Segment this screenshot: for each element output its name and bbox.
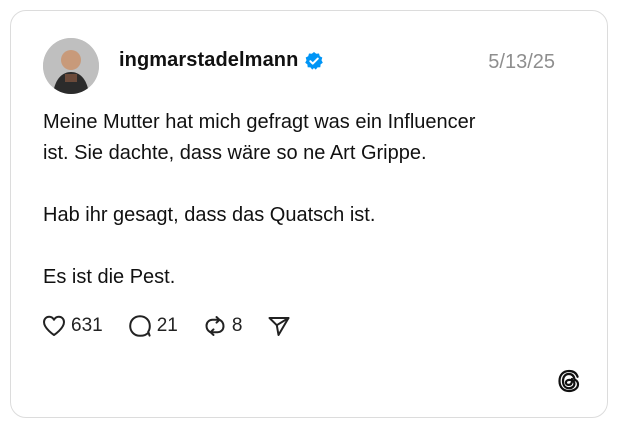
post-date[interactable]: 5/13/25 — [488, 51, 555, 74]
threads-logo-icon[interactable] — [555, 367, 583, 395]
post-card: ingmarstadelmann 5/13/25 Meine Mutter ha… — [10, 10, 608, 418]
post-text: Meine Mutter hat mich gefragt was ein In… — [43, 111, 476, 288]
repost-button[interactable]: 8 — [202, 313, 243, 339]
send-icon — [268, 317, 290, 336]
avatar[interactable] — [43, 38, 99, 94]
profile-photo — [43, 38, 99, 94]
heart-icon — [43, 315, 65, 336]
comment-button[interactable]: 21 — [127, 313, 178, 339]
repost-count: 8 — [231, 315, 243, 336]
verified-badge-icon — [304, 51, 324, 71]
action-bar: 631 21 8 — [41, 313, 292, 339]
like-button[interactable]: 631 — [41, 313, 103, 339]
post-header: ingmarstadelmann — [119, 49, 324, 72]
share-button[interactable] — [266, 313, 292, 339]
comment-count: 21 — [156, 315, 178, 336]
repost-icon — [205, 316, 225, 336]
username-link[interactable]: ingmarstadelmann — [119, 49, 298, 72]
comment-bubble-icon — [128, 315, 151, 337]
like-count: 631 — [71, 315, 103, 336]
